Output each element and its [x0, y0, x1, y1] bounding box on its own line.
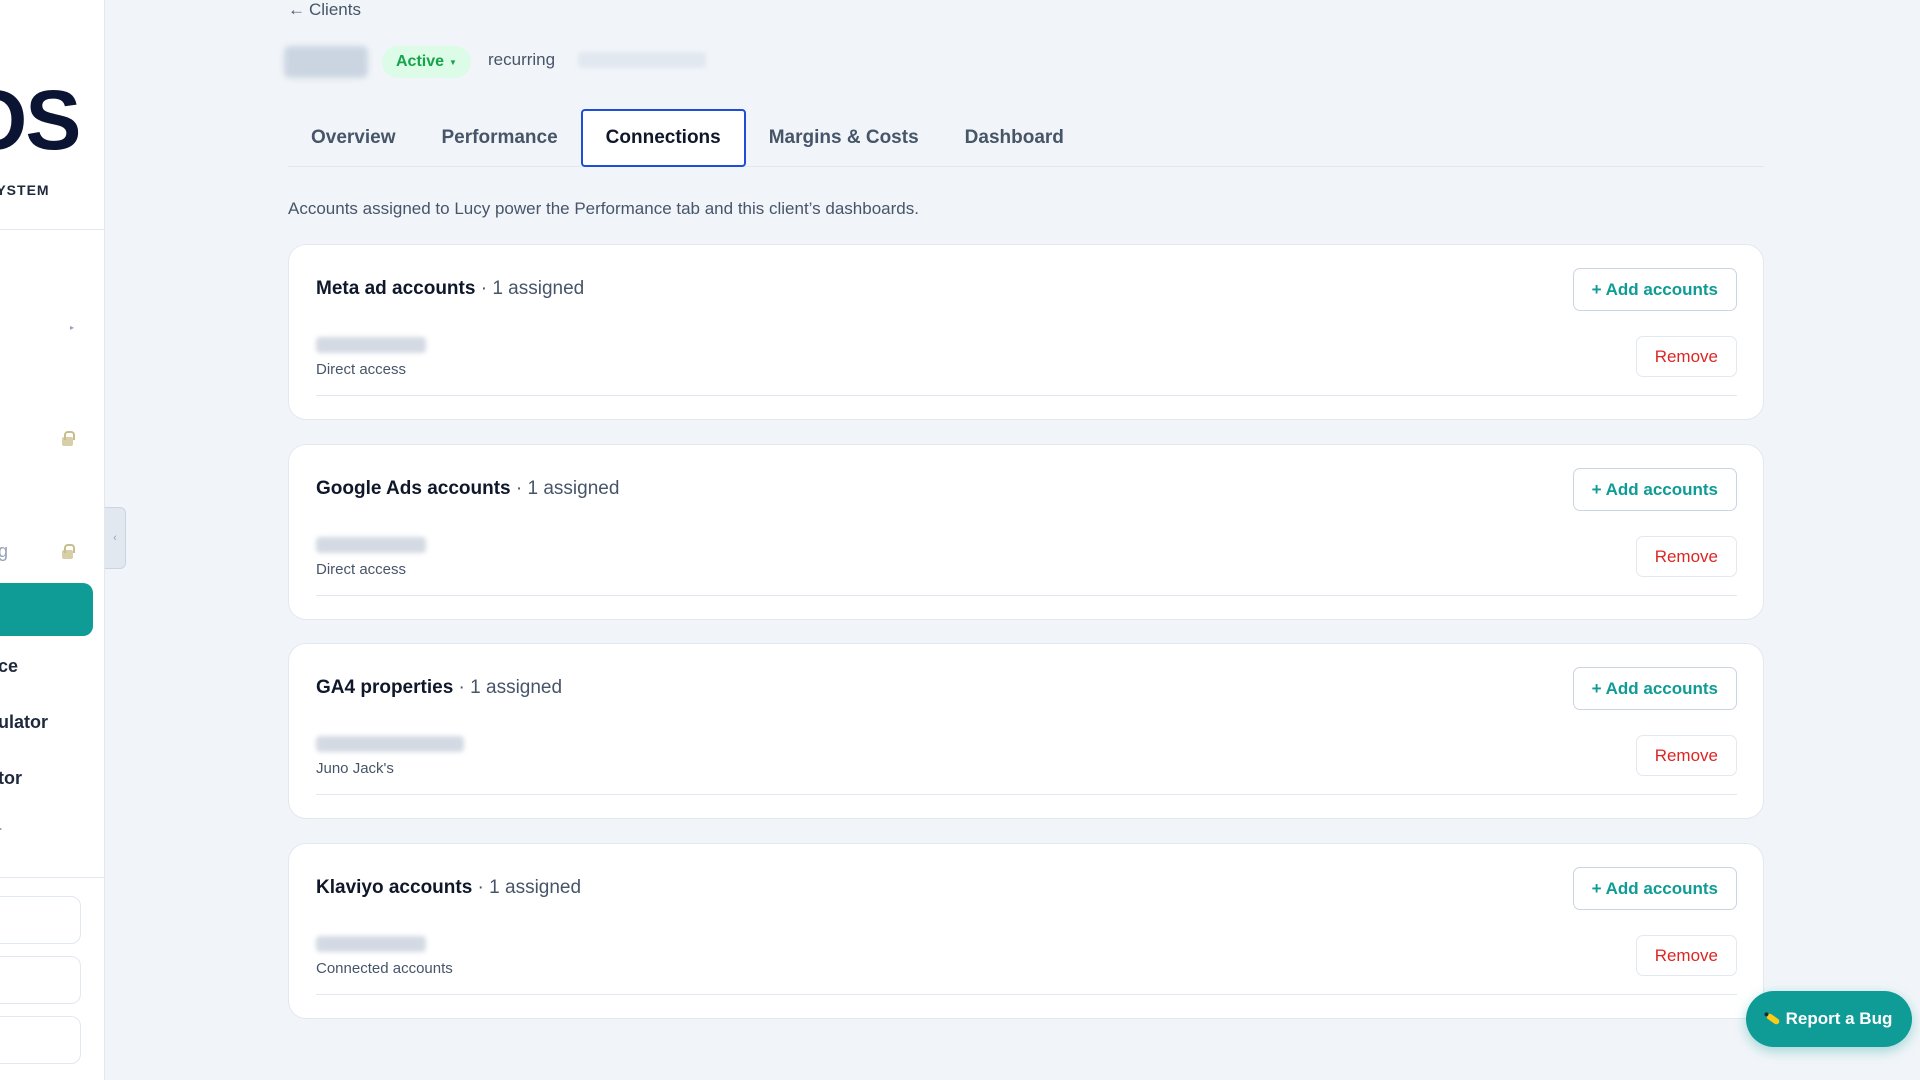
- sidebar-button[interactable]: [0, 1016, 81, 1064]
- assigned-count: · 1 assigned: [475, 278, 585, 299]
- card-header: Meta ad accounts · 1 assigned: [316, 278, 584, 300]
- back-to-clients-link[interactable]: ← Clients: [288, 0, 361, 20]
- property-name-redacted: [316, 736, 464, 752]
- sidebar-item-partial[interactable]: tor: [0, 768, 22, 789]
- back-link-label: Clients: [309, 0, 361, 19]
- sidebar-item-partial[interactable]: ulator: [0, 712, 48, 733]
- add-accounts-button[interactable]: + Add accounts: [1572, 468, 1737, 511]
- assigned-count: · 1 assigned: [453, 677, 563, 698]
- meta-accounts-card: Meta ad accounts · 1 assigned + Add acco…: [288, 244, 1764, 420]
- intro-text: Accounts assigned to Lucy power the Perf…: [288, 199, 919, 218]
- account-name-redacted: [316, 537, 426, 553]
- report-bug-button[interactable]: Report a Bug: [1746, 991, 1912, 1047]
- sidebar-item-partial[interactable]: .: [0, 814, 3, 835]
- ga4-properties-card: GA4 properties · 1 assigned + Add accoun…: [288, 643, 1764, 819]
- google-ads-accounts-card: Google Ads accounts · 1 assigned + Add a…: [288, 444, 1764, 620]
- klaviyo-accounts-card: Klaviyo accounts · 1 assigned + Add acco…: [288, 843, 1764, 1019]
- sidebar-collapse-button[interactable]: ‹: [105, 507, 126, 569]
- logo-mark: OS: [0, 73, 81, 167]
- lock-icon: [62, 431, 75, 446]
- date-redacted: [578, 52, 706, 68]
- assigned-count: · 1 assigned: [510, 478, 620, 499]
- account-name-redacted: [316, 936, 426, 952]
- client-name-redacted: [284, 46, 368, 78]
- remove-account-button[interactable]: Remove: [1635, 336, 1737, 377]
- card-title: Meta ad accounts: [316, 278, 476, 299]
- sidebar-item-partial[interactable]: g: [0, 541, 8, 562]
- sidebar: OS SYSTEM ▸ g ce ulator tor .: [0, 0, 105, 1080]
- card-header: Google Ads accounts · 1 assigned: [316, 478, 619, 500]
- sidebar-divider: [0, 877, 104, 878]
- chevron-left-icon: ‹: [113, 532, 117, 544]
- billing-type: recurring: [488, 50, 556, 69]
- account-name-redacted: [316, 337, 426, 353]
- arrow-left-icon: ←: [288, 0, 305, 19]
- account-access-type: Connected accounts: [316, 960, 453, 977]
- lock-icon: [62, 544, 75, 559]
- row-divider: [316, 794, 1737, 795]
- sidebar-button[interactable]: [0, 956, 81, 1004]
- row-divider: [316, 994, 1737, 995]
- card-title: Klaviyo accounts: [316, 877, 473, 898]
- client-tabs: Overview Performance Connections Margins…: [288, 109, 1764, 167]
- assigned-count: · 1 assigned: [472, 877, 582, 898]
- account-access-type: Direct access: [316, 561, 407, 578]
- caret-right-icon[interactable]: ▸: [70, 323, 74, 332]
- report-bug-label: Report a Bug: [1785, 1009, 1893, 1028]
- sidebar-item-partial[interactable]: ce: [0, 656, 18, 677]
- row-divider: [316, 395, 1737, 396]
- remove-account-button[interactable]: Remove: [1635, 935, 1737, 976]
- logo-subtitle: SYSTEM: [0, 182, 50, 198]
- tab-dashboard[interactable]: Dashboard: [942, 109, 1087, 167]
- card-header: Klaviyo accounts · 1 assigned: [316, 877, 581, 899]
- tab-margins-costs[interactable]: Margins & Costs: [746, 109, 942, 167]
- tab-connections[interactable]: Connections: [580, 109, 746, 167]
- card-header: GA4 properties · 1 assigned: [316, 677, 562, 699]
- card-title: Google Ads accounts: [316, 478, 511, 499]
- tab-performance[interactable]: Performance: [419, 109, 581, 167]
- add-accounts-button[interactable]: + Add accounts: [1572, 667, 1737, 710]
- remove-account-button[interactable]: Remove: [1635, 536, 1737, 577]
- bug-icon: [1765, 1012, 1781, 1026]
- sidebar-button[interactable]: [0, 896, 81, 944]
- sidebar-divider: [0, 229, 104, 230]
- row-divider: [316, 595, 1737, 596]
- add-accounts-button[interactable]: + Add accounts: [1572, 867, 1737, 910]
- remove-account-button[interactable]: Remove: [1635, 735, 1737, 776]
- tab-overview[interactable]: Overview: [288, 109, 419, 167]
- status-dropdown[interactable]: Active ▼: [382, 46, 471, 78]
- status-label: Active: [396, 53, 445, 70]
- property-account-name: Juno Jack's: [316, 760, 394, 777]
- account-access-type: Direct access: [316, 361, 407, 378]
- add-accounts-button[interactable]: + Add accounts: [1572, 268, 1737, 311]
- card-title: GA4 properties: [316, 677, 454, 698]
- caret-down-icon: ▼: [449, 57, 457, 67]
- sidebar-item-active[interactable]: [0, 583, 93, 636]
